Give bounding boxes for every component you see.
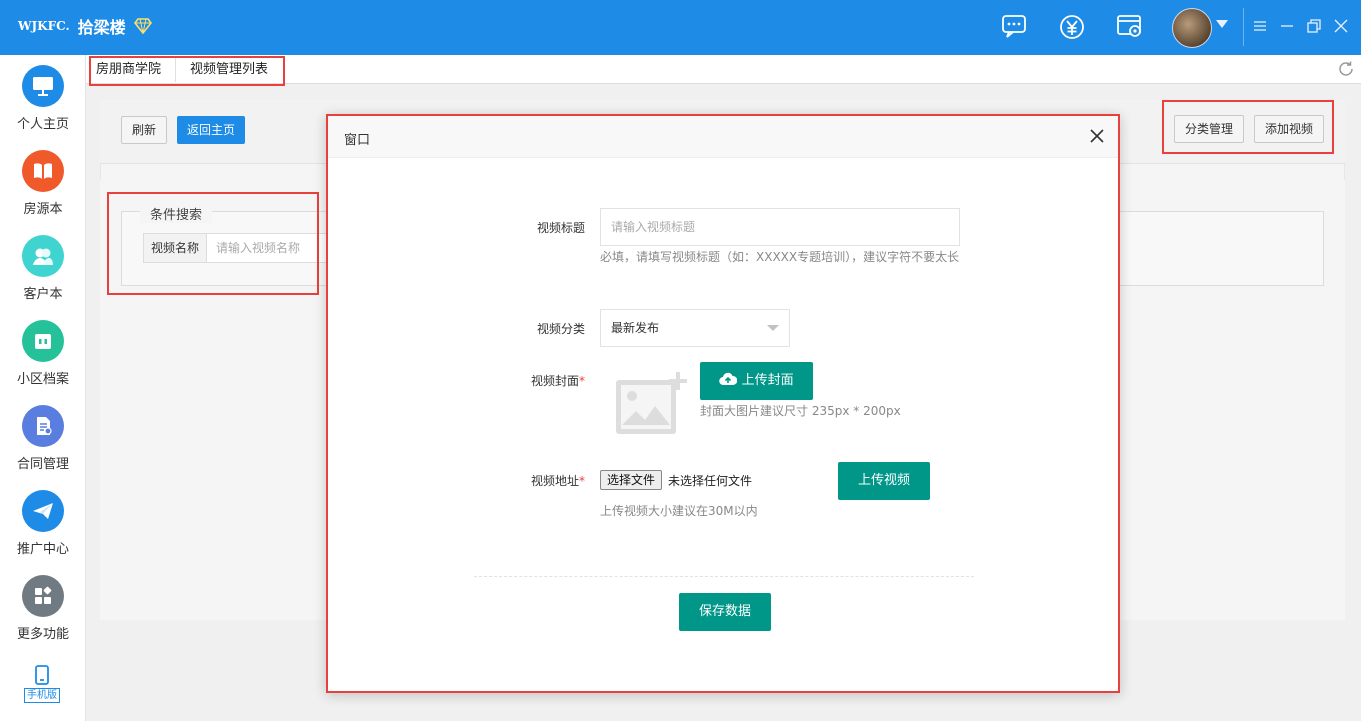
tab-video-list[interactable]: 视频管理列表 [180, 58, 280, 82]
people-icon [22, 235, 64, 277]
video-url-label: 视频地址* [505, 472, 585, 489]
sidebar-item-label: 房源本 [23, 202, 63, 217]
cover-size-hint: 封面大图片建议尺寸 235px * 200px [700, 404, 901, 418]
upload-cover-button[interactable]: 上传封面 [700, 362, 813, 400]
mobile-version-label: 手机版 [24, 688, 60, 703]
logo: WJKFC. [18, 19, 70, 33]
minimize-icon[interactable] [1279, 18, 1295, 34]
add-video-button[interactable]: 添加视频 [1254, 115, 1324, 143]
tab-academy[interactable]: 房朋商学院 [86, 58, 176, 82]
choose-file-button[interactable]: 选择文件 [600, 470, 663, 490]
required-mark: * [579, 374, 585, 388]
video-category-select[interactable]: 最新发布 [600, 309, 790, 347]
settings-window-icon[interactable] [1116, 12, 1144, 40]
brand: WJKFC. 拾梁楼 [18, 14, 152, 38]
building-icon [22, 320, 64, 362]
contract-icon [22, 405, 64, 447]
tab-bar: 房朋商学院 视频管理列表 [86, 55, 1361, 84]
refresh-button[interactable]: 刷新 [121, 116, 167, 144]
sidebar-item-label: 合同管理 [16, 457, 69, 472]
search-legend: 条件搜索 [140, 204, 213, 223]
required-mark: * [579, 474, 585, 488]
book-icon [22, 150, 64, 192]
app-name: 拾梁楼 [77, 18, 126, 37]
sidebar-item-label: 小区档案 [16, 372, 69, 387]
upload-cover-label: 上传封面 [741, 373, 794, 388]
video-title-hint: 必填，请填写视频标题（如：XXXXX专题培训），建议字符不要太长 [600, 250, 960, 264]
sidebar: 个人主页 房源本 客户本 小区档案 合同管理 推广中心 更多功能 手机版 [0, 55, 86, 721]
sidebar-item-label: 推广中心 [16, 542, 69, 557]
close-icon[interactable] [1090, 129, 1104, 143]
image-placeholder-icon [616, 372, 687, 434]
yuan-icon[interactable] [1058, 12, 1086, 40]
file-status: 未选择任何文件 [668, 474, 753, 488]
cloud-upload-icon [719, 372, 738, 386]
video-size-hint: 上传视频大小建议在30M以内 [600, 504, 758, 518]
divider [1243, 8, 1244, 46]
close-icon[interactable] [1333, 18, 1349, 34]
sidebar-item-listings[interactable]: 房源本 [0, 140, 86, 220]
grid-icon [22, 575, 64, 617]
video-title-label: 视频标题 [536, 221, 585, 235]
video-cover-label-text: 视频封面 [530, 374, 579, 388]
chat-icon[interactable] [1000, 12, 1028, 40]
sidebar-item-more[interactable]: 更多功能 [0, 565, 86, 645]
sidebar-item-label: 个人主页 [16, 117, 69, 132]
sidebar-item-promotion[interactable]: 推广中心 [0, 480, 86, 560]
search-label: 视频名称 [143, 233, 207, 263]
video-title-input[interactable] [600, 208, 960, 246]
top-bar: WJKFC. 拾梁楼 [0, 0, 1361, 55]
save-data-button[interactable]: 保存数据 [679, 593, 771, 631]
chevron-down-icon [767, 325, 779, 331]
video-category-value: 最新发布 [611, 321, 660, 335]
monitor-icon [22, 65, 64, 107]
mobile-version-button[interactable]: 手机版 [21, 665, 63, 709]
sidebar-item-contracts[interactable]: 合同管理 [0, 395, 86, 475]
avatar[interactable] [1172, 8, 1212, 48]
modal-window: 窗口 视频标题 必填，请填写视频标题（如：XXXXX专题培训），建议字符不要太长… [326, 114, 1120, 693]
back-home-button[interactable]: 返回主页 [177, 116, 245, 144]
video-url-label-text: 视频地址 [530, 474, 579, 488]
refresh-icon[interactable] [1337, 60, 1355, 78]
menu-icon[interactable] [1252, 18, 1268, 34]
divider [474, 576, 974, 577]
video-cover-label: 视频封面* [505, 372, 585, 389]
modal-header: 窗口 [328, 116, 1118, 158]
phone-icon [35, 665, 49, 685]
video-category-label: 视频分类 [536, 322, 585, 336]
category-management-button[interactable]: 分类管理 [1174, 115, 1244, 143]
upload-video-button[interactable]: 上传视频 [838, 462, 930, 500]
chevron-down-icon[interactable] [1216, 20, 1228, 28]
modal-title: 窗口 [344, 133, 371, 148]
diamond-icon [133, 18, 152, 34]
paper-plane-icon [22, 490, 64, 532]
sidebar-item-label: 客户本 [23, 287, 63, 302]
sidebar-item-home[interactable]: 个人主页 [0, 55, 86, 135]
sidebar-item-label: 更多功能 [16, 627, 69, 642]
sidebar-item-community[interactable]: 小区档案 [0, 310, 86, 390]
restore-icon[interactable] [1306, 18, 1322, 34]
sidebar-item-customers[interactable]: 客户本 [0, 225, 86, 305]
